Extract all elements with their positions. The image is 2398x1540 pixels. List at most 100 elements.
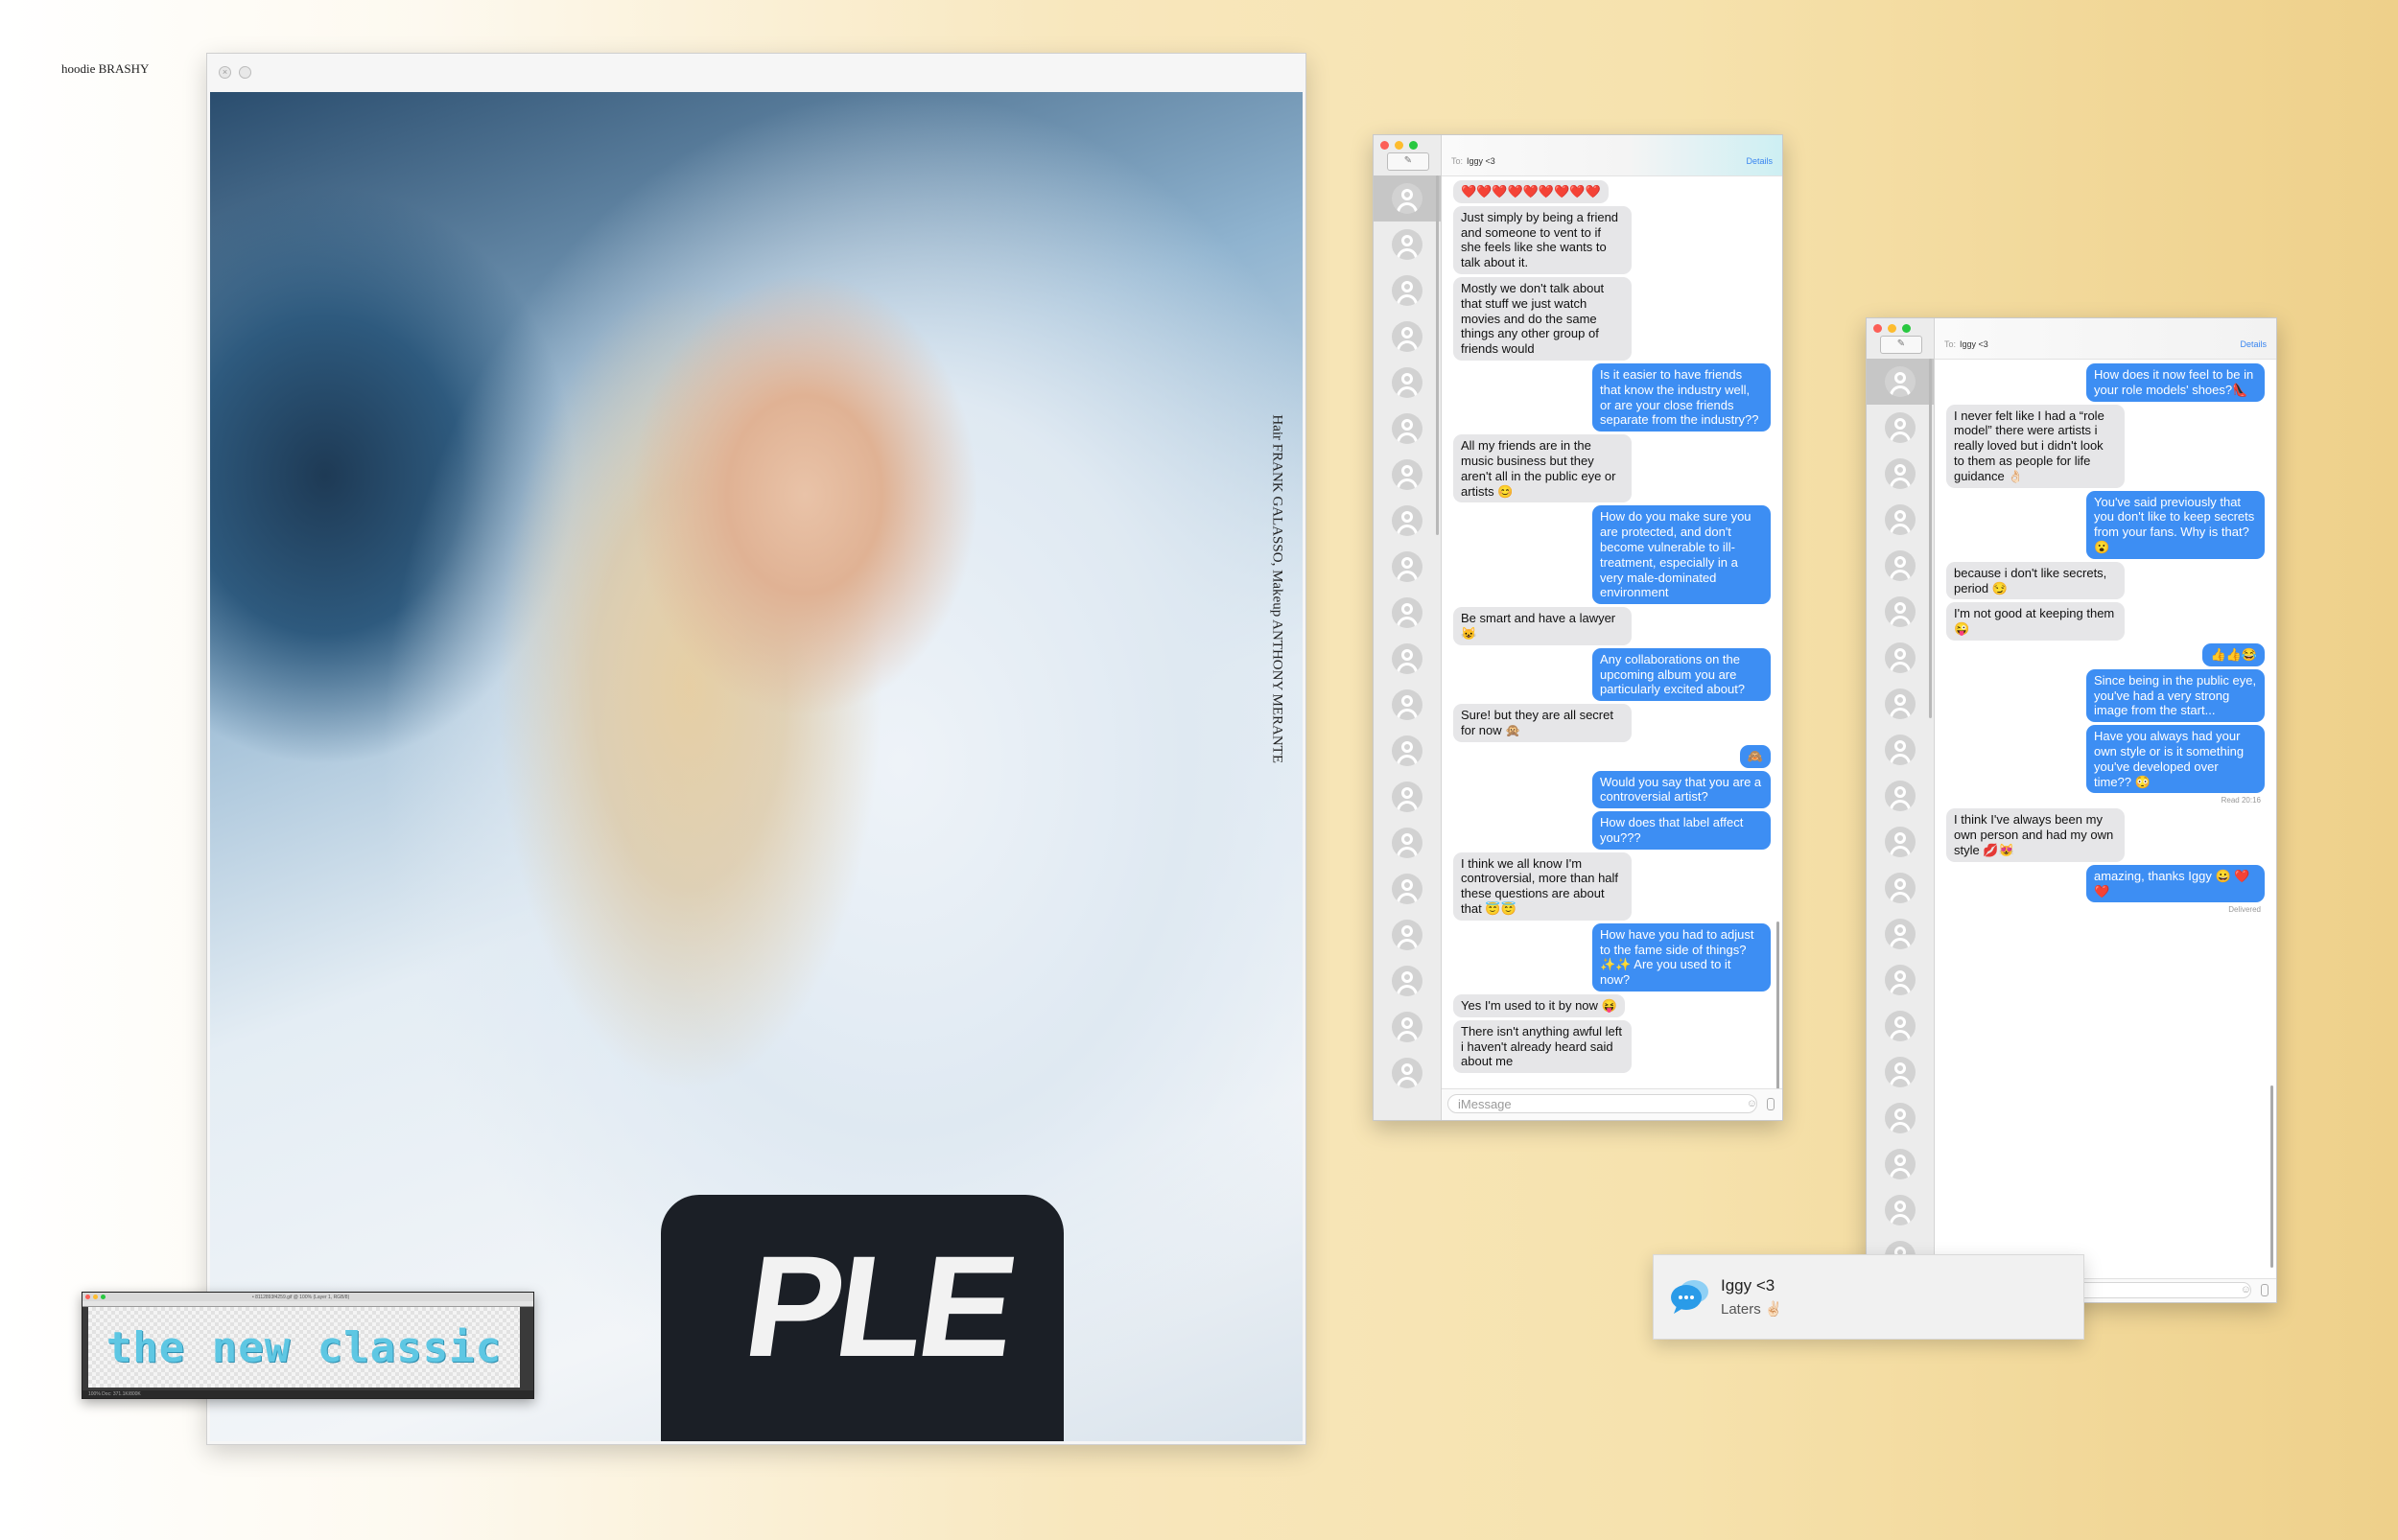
- close-button[interactable]: [1380, 141, 1389, 150]
- conversation-item[interactable]: [1374, 1050, 1441, 1096]
- avatar: [1885, 1149, 1916, 1179]
- message-row: Be smart and have a lawyer 😺: [1453, 607, 1771, 645]
- message-thread[interactable]: How does it now feel to be in your role …: [1935, 361, 2276, 1279]
- received-message-bubble[interactable]: ❤️❤️❤️❤️❤️❤️❤️❤️❤️: [1453, 180, 1609, 203]
- received-message-bubble[interactable]: Mostly we don't talk about that stuff we…: [1453, 276, 1632, 361]
- conversation-item[interactable]: [1374, 866, 1441, 912]
- sent-message-bubble[interactable]: How have you had to adjust to the fame s…: [1592, 922, 1771, 992]
- editor-close-button[interactable]: [85, 1295, 90, 1299]
- conversation-item[interactable]: [1374, 544, 1441, 590]
- sent-message-bubble[interactable]: 🙈: [1739, 744, 1771, 768]
- sent-message-bubble[interactable]: Is it easier to have friends that know t…: [1592, 362, 1771, 432]
- sent-message-bubble[interactable]: How do you make sure you are protected, …: [1592, 505, 1771, 605]
- minimize-button[interactable]: [1888, 324, 1896, 333]
- conversation-item[interactable]: [1867, 1095, 1934, 1141]
- received-message-bubble[interactable]: There isn't anything awful left i haven'…: [1453, 1019, 1632, 1074]
- conversation-item[interactable]: [1867, 451, 1934, 497]
- sent-message-bubble[interactable]: Since being in the public eye, you've ha…: [2086, 668, 2265, 723]
- received-message-bubble[interactable]: I'm not good at keeping them 😜: [1946, 602, 2125, 641]
- conversation-item[interactable]: [1374, 774, 1441, 820]
- message-thread[interactable]: ❤️❤️❤️❤️❤️❤️❤️❤️❤️ Just simply by being a…: [1442, 177, 1782, 1089]
- minimize-button[interactable]: [1395, 141, 1403, 150]
- close-button[interactable]: [1873, 324, 1882, 333]
- conversation-item[interactable]: [1374, 498, 1441, 544]
- message-row: Is it easier to have friends that know t…: [1453, 362, 1771, 432]
- conversation-item[interactable]: [1374, 406, 1441, 452]
- conversation-item[interactable]: [1374, 1004, 1441, 1050]
- conversation-item[interactable]: [1867, 1003, 1934, 1049]
- conversation-item[interactable]: [1867, 957, 1934, 1003]
- conversation-item[interactable]: [1867, 911, 1934, 957]
- conversation-item[interactable]: [1374, 682, 1441, 728]
- received-message-bubble[interactable]: Yes I'm used to it by now 😝: [1453, 994, 1625, 1017]
- conversation-item[interactable]: [1374, 958, 1441, 1004]
- received-message-bubble[interactable]: I never felt like I had a “role model” t…: [1946, 404, 2125, 488]
- sent-message-bubble[interactable]: amazing, thanks Iggy 😀 ❤️❤️: [2086, 864, 2265, 903]
- conversation-item[interactable]: [1867, 405, 1934, 451]
- sent-message-bubble[interactable]: How does that label affect you???: [1592, 811, 1771, 850]
- conversation-item[interactable]: [1374, 314, 1441, 360]
- conversation-item[interactable]: [1374, 268, 1441, 314]
- conversation-item[interactable]: [1867, 635, 1934, 681]
- received-message-bubble[interactable]: Just simply by being a friend and someon…: [1453, 205, 1632, 274]
- message-input[interactable]: iMessage: [1447, 1094, 1757, 1113]
- sidebar-scrollbar[interactable]: [1436, 175, 1439, 535]
- conversation-item[interactable]: [1374, 820, 1441, 866]
- viewer-titlebar: ×: [207, 54, 1305, 90]
- viewer-minimize-button[interactable]: [239, 65, 251, 79]
- sidebar-scrollbar[interactable]: [1929, 359, 1932, 718]
- sent-message-bubble[interactable]: 👍👍😂: [2202, 642, 2265, 666]
- details-button[interactable]: Details: [1746, 156, 1773, 166]
- sent-message-bubble[interactable]: Would you say that you are a controversi…: [1592, 770, 1771, 809]
- editor-zoom-button[interactable]: [101, 1295, 106, 1299]
- conversation-item[interactable]: [1867, 497, 1934, 543]
- conversation-item[interactable]: [1374, 452, 1441, 498]
- emoji-icon[interactable]: ☺: [1747, 1098, 1757, 1109]
- zoom-button[interactable]: [1409, 141, 1418, 150]
- received-message-bubble[interactable]: I think I've always been my own person a…: [1946, 808, 2125, 862]
- conversation-item[interactable]: [1867, 727, 1934, 773]
- emoji-icon[interactable]: ☺: [2241, 1284, 2251, 1295]
- viewer-close-button[interactable]: ×: [219, 65, 231, 79]
- sent-message-bubble[interactable]: How does it now feel to be in your role …: [2086, 363, 2265, 402]
- conversation-item[interactable]: [1867, 773, 1934, 819]
- conversation-item[interactable]: [1867, 543, 1934, 589]
- conversation-item[interactable]: [1374, 912, 1441, 958]
- conversation-item[interactable]: [1867, 359, 1934, 405]
- conversation-item[interactable]: [1867, 819, 1934, 865]
- received-message-bubble[interactable]: I think we all know I'm controversial, m…: [1453, 852, 1632, 921]
- recipient-field[interactable]: To: Iggy <3: [1451, 156, 1495, 166]
- thread-scrollbar[interactable]: [1776, 922, 1779, 1113]
- details-button[interactable]: Details: [2240, 339, 2267, 349]
- conversation-item[interactable]: [1867, 1187, 1934, 1233]
- conversation-item[interactable]: [1374, 222, 1441, 268]
- received-message-bubble[interactable]: because i don't like secrets, period 😏: [1946, 561, 2125, 600]
- compose-icon[interactable]: ✎: [1880, 336, 1922, 354]
- conversation-item[interactable]: [1374, 175, 1441, 222]
- conversation-item[interactable]: [1374, 636, 1441, 682]
- received-message-bubble[interactable]: Be smart and have a lawyer 😺: [1453, 607, 1632, 645]
- conversation-item[interactable]: [1867, 589, 1934, 635]
- compose-icon[interactable]: ✎: [1387, 152, 1429, 171]
- conversation-item[interactable]: [1867, 1049, 1934, 1095]
- microphone-icon[interactable]: [1767, 1098, 1775, 1110]
- conversation-item[interactable]: [1867, 1141, 1934, 1187]
- thread-scrollbar[interactable]: [2270, 1085, 2273, 1268]
- conversation-item[interactable]: [1374, 590, 1441, 636]
- sent-message-bubble[interactable]: Any collaborations on the upcoming album…: [1592, 647, 1771, 702]
- conversation-item[interactable]: [1867, 865, 1934, 911]
- conversation-item[interactable]: [1374, 728, 1441, 774]
- editor-canvas[interactable]: the new classic: [88, 1307, 520, 1388]
- photo-credit: Hair FRANK GALASSO, Makeup ANTHONY MERAN…: [1270, 414, 1285, 763]
- zoom-button[interactable]: [1902, 324, 1911, 333]
- sent-message-bubble[interactable]: Have you always had your own style or is…: [2086, 725, 2265, 794]
- message-notification[interactable]: Iggy <3 Laters ✌🏻: [1653, 1254, 2084, 1340]
- sent-message-bubble[interactable]: You've said previously that you don't li…: [2086, 490, 2265, 559]
- conversation-item[interactable]: [1867, 681, 1934, 727]
- microphone-icon[interactable]: [2261, 1284, 2269, 1296]
- recipient-field[interactable]: To: Iggy <3: [1944, 339, 1988, 349]
- received-message-bubble[interactable]: All my friends are in the music business…: [1453, 434, 1632, 503]
- conversation-item[interactable]: [1374, 360, 1441, 406]
- received-message-bubble[interactable]: Sure! but they are all secret for now 🙊: [1453, 704, 1632, 742]
- editor-minimize-button[interactable]: [93, 1295, 98, 1299]
